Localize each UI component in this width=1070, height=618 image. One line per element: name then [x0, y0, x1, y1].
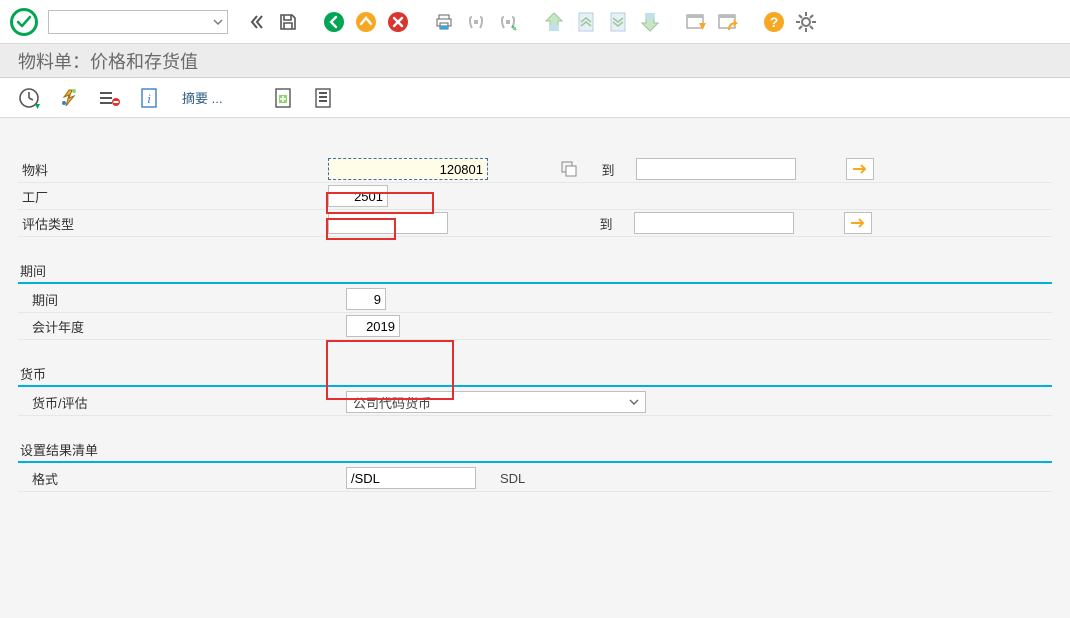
valtype-to-input[interactable] [634, 212, 794, 234]
prev-page-icon[interactable] [572, 8, 600, 36]
settings-gear-icon[interactable] [792, 8, 820, 36]
period-group-title: 期间 [18, 261, 1052, 282]
enter-icon[interactable] [10, 8, 38, 36]
info-icon[interactable]: i [134, 85, 164, 111]
collapse-all-icon[interactable] [308, 85, 338, 111]
divider [18, 385, 1052, 387]
last-page-icon[interactable] [636, 8, 664, 36]
exit-circle-icon[interactable] [352, 8, 380, 36]
format-input[interactable] [346, 467, 476, 489]
valtype-multi-select-icon[interactable] [844, 212, 872, 234]
shortcut-icon[interactable] [714, 8, 742, 36]
valtype-input[interactable] [328, 212, 448, 234]
next-page-icon[interactable] [604, 8, 632, 36]
main-toolbar: ? [0, 0, 1070, 44]
back-chevron-icon[interactable] [242, 8, 270, 36]
app-toolbar: i 摘要 ... [0, 78, 1070, 118]
valtype-label: 评估类型 [18, 214, 328, 233]
year-input[interactable] [346, 315, 400, 337]
period-label: 期间 [18, 290, 328, 309]
material-multi-select-icon[interactable] [846, 158, 874, 180]
format-label: 格式 [18, 469, 328, 488]
svg-text:?: ? [770, 14, 779, 30]
currency-label: 货币/评估 [18, 393, 328, 412]
help-icon[interactable]: ? [760, 8, 788, 36]
summary-button[interactable]: 摘要 ... [174, 88, 230, 107]
transaction-combo[interactable] [48, 10, 228, 34]
result-group-title: 设置结果清单 [18, 440, 1052, 461]
divider [18, 461, 1052, 463]
currency-select-value: 公司代码货币 [353, 393, 431, 412]
execute-icon[interactable] [14, 85, 44, 111]
valtype-to-label: 到 [578, 214, 634, 233]
back-circle-icon[interactable] [320, 8, 348, 36]
material-input[interactable] [328, 158, 488, 180]
plant-label: 工厂 [18, 187, 328, 206]
svg-text:i: i [147, 91, 151, 106]
save-icon[interactable] [274, 8, 302, 36]
print-icon[interactable] [430, 8, 458, 36]
chevron-down-icon [629, 397, 639, 407]
material-label: 物料 [18, 160, 328, 179]
plant-input[interactable] [328, 185, 388, 207]
expand-all-icon[interactable] [268, 85, 298, 111]
format-text: SDL [500, 471, 525, 486]
first-page-icon[interactable] [540, 8, 568, 36]
currency-select[interactable]: 公司代码货币 [346, 391, 646, 413]
period-input[interactable] [346, 288, 386, 310]
find-next-icon[interactable] [494, 8, 522, 36]
delete-list-icon[interactable] [94, 85, 124, 111]
material-to-label: 到 [580, 160, 636, 179]
divider [18, 282, 1052, 284]
material-to-input[interactable] [636, 158, 796, 180]
cancel-circle-icon[interactable] [384, 8, 412, 36]
year-label: 会计年度 [18, 317, 328, 336]
page-title-bar: 物料单：价格和存货值 [0, 44, 1070, 78]
currency-group-title: 货币 [18, 364, 1052, 385]
variant-icon[interactable] [54, 85, 84, 111]
material-search-help-icon[interactable] [558, 158, 580, 180]
page-title: 物料单：价格和存货值 [18, 48, 198, 74]
find-icon[interactable] [462, 8, 490, 36]
new-session-icon[interactable] [682, 8, 710, 36]
